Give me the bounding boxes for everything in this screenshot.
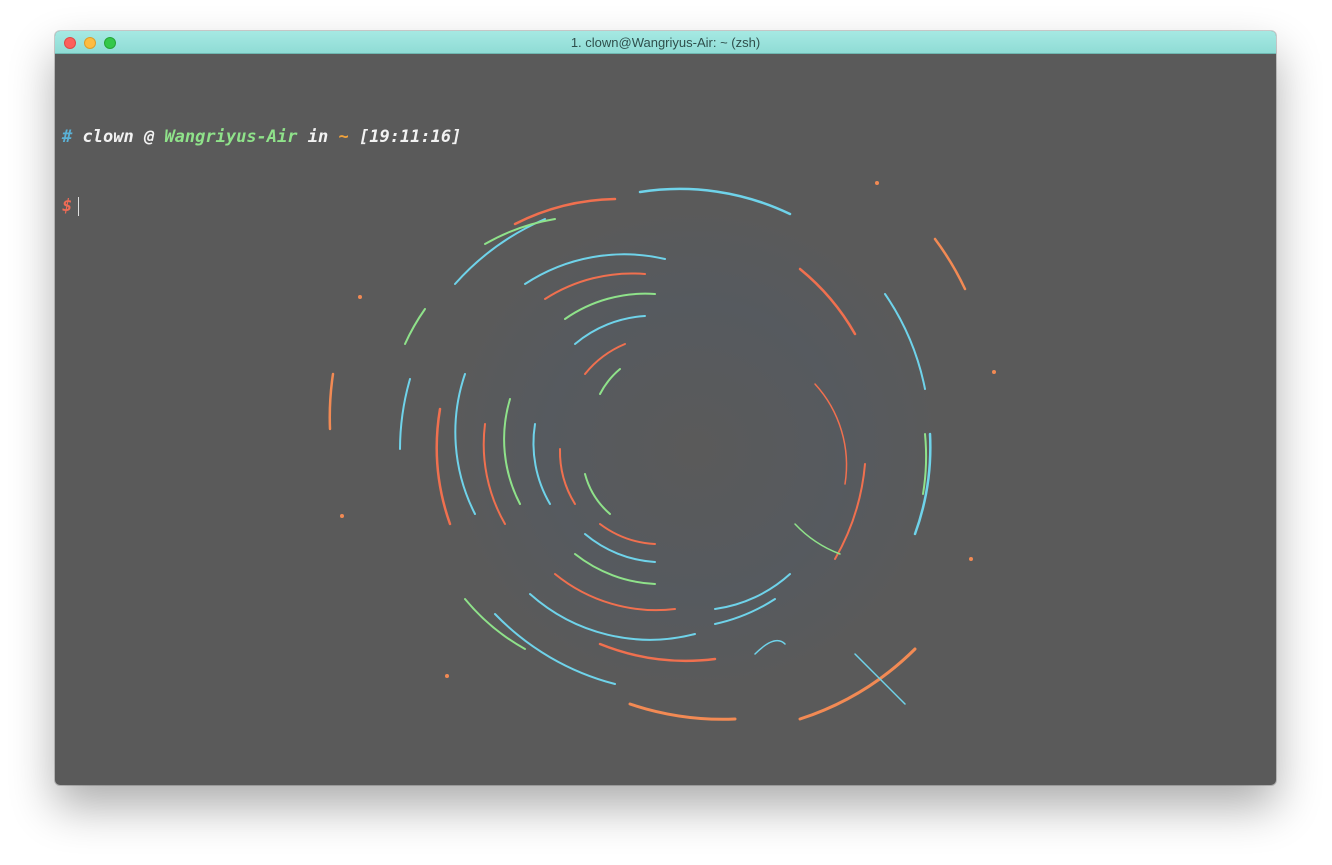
prompt-host: Wangriyus-Air [164,127,298,147]
input-line[interactable]: $ [62,195,461,218]
window-title: 1. clown@Wangriyus-Air: ~ (zsh) [570,35,761,50]
prompt-hash: # [62,127,73,147]
prompt-dir: ~ [338,127,349,147]
text-cursor[interactable] [78,196,80,216]
prompt-in: in [307,127,329,147]
terminal-area[interactable]: # clown @ Wangriyus-Air in ~ [19:11:16] … [55,54,1276,785]
prompt-line: # clown @ Wangriyus-Air in ~ [19:11:16] [62,126,461,149]
shell-prompt: # clown @ Wangriyus-Air in ~ [19:11:16] … [62,80,461,264]
title-bar[interactable]: 1. clown@Wangriyus-Air: ~ (zsh) [55,31,1276,54]
terminal-window: 1. clown@Wangriyus-Air: ~ (zsh) # clown … [55,31,1276,785]
prompt-user: clown [82,127,134,147]
prompt-time: [19:11:16] [358,127,462,147]
prompt-at: @ [143,127,155,147]
prompt-dollar: $ [62,196,73,216]
